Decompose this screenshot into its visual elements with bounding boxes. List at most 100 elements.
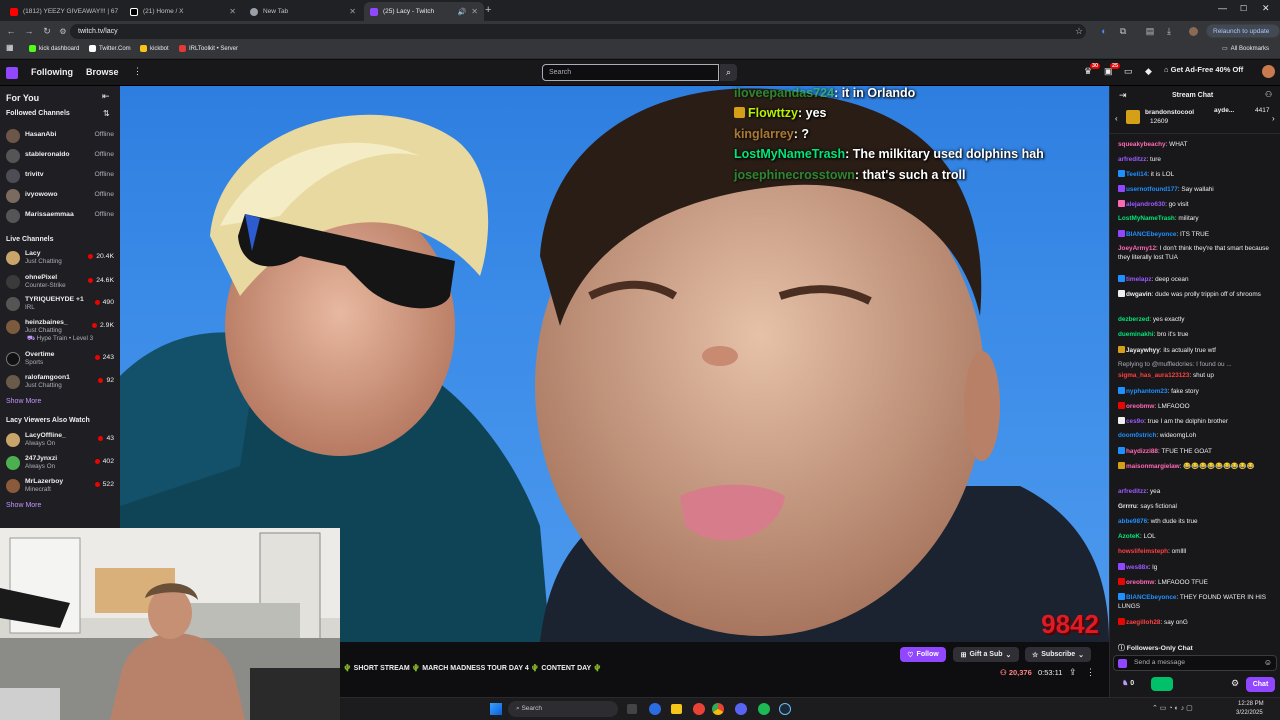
chevron-right-icon[interactable]: › [1272, 114, 1275, 123]
profile-avatar[interactable] [1186, 24, 1200, 38]
bookmark-kickbot[interactable]: kickbot [140, 45, 169, 52]
chrome-icon[interactable] [712, 703, 724, 715]
chat-username[interactable]: dezberzed [1118, 316, 1149, 323]
chat-username[interactable]: oreobmw [1126, 579, 1154, 586]
channel-points[interactable]: ♞ 0 [1122, 679, 1134, 687]
chat-username[interactable]: dwgavin [1126, 291, 1152, 298]
taskbar-app-icon[interactable] [627, 704, 637, 714]
spotify-icon[interactable] [758, 703, 770, 715]
taskbar-app-icon[interactable] [693, 703, 705, 715]
chat-username[interactable]: abbe9876 [1118, 518, 1147, 525]
url-input[interactable]: twitch.tv/lacy [70, 24, 1086, 39]
all-bookmarks-button[interactable]: ▭ All Bookmarks [1222, 45, 1269, 53]
bits-icon[interactable]: ◆ [1145, 66, 1152, 77]
forward-icon[interactable]: → [22, 24, 36, 38]
bookmark-star-icon[interactable]: ☆ [1072, 24, 1086, 38]
sidepanel-icon[interactable]: ▤ [1143, 24, 1157, 38]
bookmark-twitter[interactable]: Twitter.Com [89, 45, 131, 52]
search-input[interactable]: Search [542, 64, 719, 81]
live-channel[interactable]: ohnePixel Counter-Strike 24.6K [6, 273, 116, 291]
whispers-icon[interactable]: ▭ [1124, 66, 1133, 77]
chat-username[interactable]: ces9o [1126, 418, 1144, 425]
share-icon[interactable]: ⇪ [1069, 667, 1077, 678]
chat-username[interactable]: BIANCEbeyonce [1126, 594, 1176, 601]
show-more-live-link[interactable]: Show More [6, 398, 41, 405]
chat-username[interactable]: LostMyNameTrash [1118, 215, 1175, 222]
back-icon[interactable]: ← [4, 24, 18, 38]
chat-username[interactable]: AzoteK [1118, 533, 1140, 540]
collapse-sidebar-icon[interactable]: ⇤ [102, 91, 110, 102]
close-window-button[interactable]: ✕ [1262, 3, 1270, 14]
relaunch-button[interactable]: Relaunch to update ⋮ [1206, 24, 1280, 49]
show-more-recommended-link[interactable]: Show More [6, 502, 41, 509]
taskbar-app-icon[interactable] [649, 703, 661, 715]
emote-picker-icon[interactable]: ☺ [1264, 658, 1272, 667]
bookmark-irltoolkit[interactable]: IRLToolkit • Server [179, 45, 238, 52]
chat-username[interactable]: nyphantom23 [1126, 388, 1168, 395]
chat-username[interactable]: Jayaywhyy [1126, 347, 1160, 354]
new-tab-button[interactable]: + [485, 4, 491, 16]
chat-input[interactable]: Send a message ☺ [1113, 655, 1277, 671]
live-channel[interactable]: ralofamgoon1 Just Chatting 92 [6, 373, 116, 391]
download-icon[interactable]: ⤓ [1162, 24, 1176, 38]
discord-icon[interactable] [735, 703, 747, 715]
recommended-channel[interactable]: 247Jynxzi Always On 402 [6, 454, 116, 472]
close-icon[interactable]: ✕ [349, 7, 356, 16]
system-tray-icons[interactable]: ⌃ ▭ ◔ ◐ ♪ ▢ [1152, 704, 1193, 712]
community-icon[interactable]: ⚇ [1265, 90, 1272, 99]
more-menu-icon[interactable]: ⋮ [133, 66, 142, 77]
chat-username[interactable]: wes88x [1126, 564, 1149, 571]
taskbar-search[interactable]: ⌕ Search [508, 701, 618, 717]
chat-settings-icon[interactable]: ⚙ [1231, 678, 1239, 689]
chat-username[interactable]: squeakybeachy [1118, 141, 1166, 148]
chat-username[interactable]: JoeyArmy12 [1118, 245, 1156, 252]
close-icon[interactable]: ✕ [471, 7, 478, 16]
chat-username[interactable]: BIANCEbeyonce [1126, 231, 1176, 238]
send-chat-button[interactable]: Chat [1246, 677, 1275, 692]
twitch-logo-icon[interactable] [6, 67, 18, 79]
following-link[interactable]: Following [31, 67, 73, 77]
windows-start-icon[interactable] [490, 703, 502, 715]
maximize-button[interactable]: ☐ [1240, 4, 1247, 13]
more-options-icon[interactable]: ⋮ [1086, 667, 1095, 678]
recommended-channel[interactable]: MrLazerboy Minecraft 522 [6, 477, 116, 495]
follow-button[interactable]: ♡ Follow [900, 647, 946, 662]
mute-icon[interactable]: 🔊 [458, 8, 467, 16]
chat-username[interactable]: maisonmargielaw [1126, 463, 1180, 470]
gift-sub-button[interactable]: ⊞ Gift a Sub ⌄ [953, 647, 1019, 662]
live-channel[interactable]: TYRIQUEHYDE +1 IRL 490 [6, 295, 116, 313]
followed-channel[interactable]: stableronaldo Offline [6, 147, 116, 165]
chat-username[interactable]: alejandro630 [1126, 201, 1165, 208]
chat-username[interactable]: zaegilloh28 [1126, 619, 1160, 626]
recommended-channel[interactable]: LacyOffline_ Always On 43 [6, 431, 116, 449]
live-channel[interactable]: Lacy Just Chatting 20.4K [6, 249, 116, 267]
search-icon[interactable]: ⌕ [720, 64, 737, 81]
browser-tab[interactable]: New Tab ✕ [244, 2, 362, 21]
chat-username[interactable]: arfreditzz [1118, 156, 1146, 163]
chat-username[interactable]: oreobmw [1126, 403, 1154, 410]
bonus-points-button[interactable] [1151, 677, 1173, 691]
bookmark-kick-dashboard[interactable]: kick dashboard [29, 45, 79, 52]
chat-username[interactable]: Grrrru [1118, 503, 1137, 510]
close-icon[interactable]: ✕ [229, 7, 236, 16]
chat-username[interactable]: dueminakhi [1118, 331, 1154, 338]
collapse-chat-icon[interactable]: ⇥ [1119, 90, 1127, 101]
extensions-puzzle-icon[interactable]: ⧉ [1116, 24, 1130, 38]
browser-tab[interactable]: (1812) YEEZY GIVEAWAY!!! | 67 ✕ [4, 2, 122, 21]
live-channel[interactable]: Overtime Sports 243 [6, 350, 116, 368]
chat-username[interactable]: usernotfound177 [1126, 186, 1178, 193]
chevron-left-icon[interactable]: ‹ [1115, 114, 1118, 123]
reload-icon[interactable]: ↻ [40, 24, 54, 38]
followed-channel[interactable]: trivitv Offline [6, 167, 116, 185]
chat-username[interactable]: doom0strich [1118, 432, 1156, 439]
browse-link[interactable]: Browse [86, 67, 119, 77]
minimize-button[interactable]: — [1218, 3, 1227, 13]
chat-username[interactable]: howslifeimsteph [1118, 548, 1168, 555]
browser-tab-active[interactable]: (25) Lacy - Twitch 🔊 ✕ [364, 2, 484, 21]
followed-channel[interactable]: Marissaemmaa Offline [6, 207, 116, 225]
browser-tab[interactable]: (21) Home / X ✕ [124, 2, 242, 21]
followed-channel[interactable]: HasanAbi Offline [6, 127, 116, 145]
live-channel[interactable]: heinzbaines_ Just Chatting ⛟ Hype Train • … [6, 318, 116, 346]
extension-icon[interactable]: ◐ [1097, 24, 1111, 38]
taskbar-app-icon[interactable] [671, 704, 682, 714]
